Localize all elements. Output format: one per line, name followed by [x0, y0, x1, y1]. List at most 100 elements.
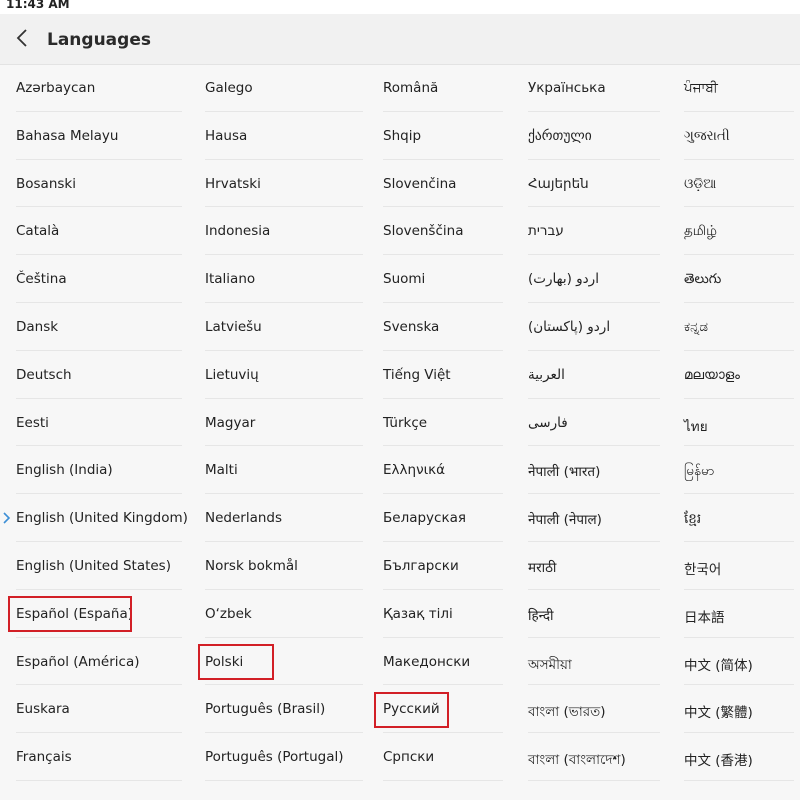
language-label: Հայերեն: [528, 175, 589, 192]
language-option[interactable]: Polski: [205, 638, 363, 686]
language-label: தமிழ்: [684, 223, 717, 240]
language-option[interactable]: اردو (بھارت): [528, 255, 660, 303]
language-option[interactable]: Français: [16, 733, 182, 781]
language-option[interactable]: Српски: [383, 733, 503, 781]
language-option[interactable]: Italiano: [205, 255, 363, 303]
language-option[interactable]: Lietuvių: [205, 351, 363, 399]
language-option[interactable]: ไทย: [684, 399, 794, 447]
language-option[interactable]: മലയാളം: [684, 351, 794, 399]
language-label: 日本語: [684, 609, 725, 626]
language-option[interactable]: ਪੰਜਾਬੀ: [684, 64, 794, 112]
language-option[interactable]: Català: [16, 207, 182, 256]
language-option[interactable]: తెలుగు: [684, 255, 794, 303]
language-option[interactable]: Español (España): [16, 590, 182, 638]
language-option[interactable]: Ελληνικά: [383, 446, 503, 495]
language-option[interactable]: O‘zbek: [205, 590, 363, 638]
language-option[interactable]: Shqip: [383, 112, 503, 160]
language-option[interactable]: Қазақ тілі: [383, 590, 503, 638]
language-option[interactable]: मराठी: [528, 542, 660, 590]
status-bar: 11:43 AM: [0, 0, 800, 14]
language-label: Norsk bokmål: [205, 557, 298, 574]
language-option[interactable]: English (United States): [16, 542, 182, 590]
language-option[interactable]: Español (América): [16, 638, 182, 686]
language-option[interactable]: 日本語: [684, 590, 794, 638]
language-label: ខ្មែរ: [684, 511, 702, 528]
language-option[interactable]: 中文 (香港): [684, 733, 794, 781]
language-option[interactable]: ગુજરાતી: [684, 112, 794, 160]
language-label: 中文 (繁體): [684, 705, 753, 722]
language-option[interactable]: فارسی: [528, 399, 660, 447]
language-option[interactable]: Български: [383, 542, 503, 590]
language-label: Deutsch: [16, 366, 72, 383]
language-option[interactable]: অসমীয়া: [528, 638, 660, 686]
language-option[interactable]: Tiếng Việt: [383, 351, 503, 399]
language-option[interactable]: Bahasa Melayu: [16, 112, 182, 160]
language-option[interactable]: Indonesia: [205, 207, 363, 256]
language-label: Русский: [383, 701, 440, 718]
language-option[interactable]: اردو (پاکستان): [528, 303, 660, 351]
language-label: Türkçe: [383, 414, 428, 431]
language-option[interactable]: Hrvatski: [205, 160, 363, 208]
language-option[interactable]: हिन्दी: [528, 590, 660, 638]
language-option[interactable]: Русский: [383, 685, 503, 734]
back-button[interactable]: [8, 26, 36, 54]
language-option[interactable]: English (United Kingdom): [3, 494, 188, 542]
language-option[interactable]: Türkçe: [383, 399, 503, 447]
language-option[interactable]: עברית: [528, 207, 660, 256]
language-option[interactable]: Português (Brasil): [205, 685, 363, 734]
language-option[interactable]: English (India): [16, 446, 182, 495]
language-label: Lietuvių: [205, 366, 259, 383]
language-option[interactable]: Suomi: [383, 255, 503, 303]
language-option[interactable]: தமிழ்: [684, 207, 794, 256]
language-option[interactable]: ಕನ್ನಡ: [684, 303, 794, 351]
language-option[interactable]: Čeština: [16, 255, 182, 303]
language-option[interactable]: Українська: [528, 64, 660, 112]
language-option[interactable]: বাংলা (ভারত): [528, 685, 660, 734]
language-label: Eesti: [16, 414, 49, 431]
language-label: മലയാളം: [684, 366, 740, 383]
language-option[interactable]: Română: [383, 64, 503, 112]
language-option[interactable]: ខ្មែរ: [684, 494, 794, 542]
language-option[interactable]: ଓଡ଼ିଆ: [684, 160, 794, 208]
language-option[interactable]: 中文 (简体): [684, 638, 794, 686]
language-label: नेपाली (नेपाल): [528, 512, 602, 529]
language-option[interactable]: नेपाली (नेपाल): [528, 494, 660, 542]
language-option[interactable]: Galego: [205, 64, 363, 112]
language-option[interactable]: Svenska: [383, 303, 503, 351]
language-label: עברית: [528, 223, 564, 240]
language-option[interactable]: Norsk bokmål: [205, 542, 363, 590]
language-option[interactable]: Slovenščina: [383, 207, 503, 256]
language-option[interactable]: বাংলা (বাংলাদেশ): [528, 733, 660, 781]
language-option[interactable]: Malti: [205, 446, 363, 495]
language-option[interactable]: မြန်မာ: [684, 446, 794, 495]
language-option[interactable]: Dansk: [16, 303, 182, 351]
language-option[interactable]: Euskara: [16, 685, 182, 734]
language-option[interactable]: Հայերեն: [528, 160, 660, 208]
language-label: Suomi: [383, 271, 426, 288]
language-label: অসমীয়া: [528, 656, 572, 673]
chevron-left-icon: [15, 29, 29, 51]
language-label: Tiếng Việt: [383, 366, 451, 383]
language-option[interactable]: 中文 (繁體): [684, 685, 794, 734]
language-option[interactable]: ქართული: [528, 112, 660, 160]
language-option[interactable]: Hausa: [205, 112, 363, 160]
language-column: Azərbaycan Bahasa Melayu Bosanski Català Češ…: [3, 64, 188, 781]
language-option[interactable]: Slovenčina: [383, 160, 503, 208]
language-option[interactable]: Deutsch: [16, 351, 182, 399]
language-label: Galego: [205, 80, 253, 96]
language-label: Svenska: [383, 318, 440, 335]
language-option[interactable]: Latviešu: [205, 303, 363, 351]
language-option[interactable]: Eesti: [16, 399, 182, 447]
language-option[interactable]: Azərbaycan: [16, 64, 182, 112]
language-label: O‘zbek: [205, 605, 252, 622]
language-option[interactable]: Беларуская: [383, 494, 503, 542]
language-label: ગુજરાતી: [684, 127, 730, 144]
language-option[interactable]: Magyar: [205, 399, 363, 447]
language-option[interactable]: العربية: [528, 351, 660, 399]
language-option[interactable]: Македонски: [383, 638, 503, 686]
language-option[interactable]: नेपाली (भारत): [528, 446, 660, 495]
language-option[interactable]: 한국어: [684, 542, 794, 590]
language-option[interactable]: Nederlands: [205, 494, 363, 542]
language-option[interactable]: Português (Portugal): [205, 733, 363, 781]
language-option[interactable]: Bosanski: [16, 160, 182, 208]
